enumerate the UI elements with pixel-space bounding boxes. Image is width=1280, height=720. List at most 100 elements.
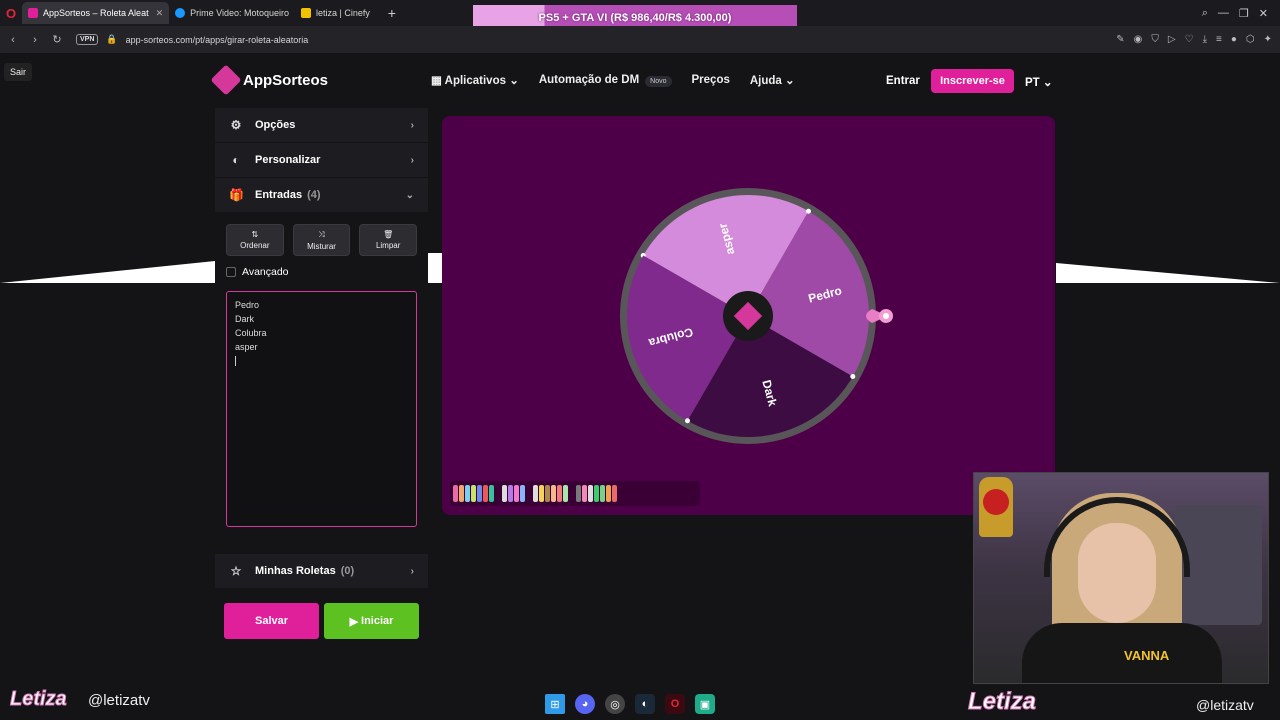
wheel-actions: Salvar ▶ Iniciar — [215, 603, 428, 639]
color-swatch[interactable] — [600, 485, 605, 502]
play-icon[interactable]: ▷ — [1168, 34, 1176, 45]
grid-icon: ▦ — [431, 75, 445, 87]
streamer-name-left: Letiza — [10, 688, 68, 711]
menu-icon[interactable]: ≡ — [1216, 34, 1222, 45]
goal-text: PS5 + GTA VI (R$ 986,40/R$ 4.300,00) — [538, 11, 732, 24]
advanced-toggle[interactable]: Avançado — [226, 266, 417, 278]
color-swatch[interactable] — [508, 485, 513, 502]
color-swatch[interactable] — [477, 485, 482, 502]
color-swatch[interactable] — [612, 485, 617, 502]
color-swatch[interactable] — [563, 485, 568, 502]
wheel-peg — [806, 208, 811, 214]
tab-title: letiza | Cinefy — [316, 8, 370, 18]
obs-icon[interactable]: ◎ — [605, 694, 625, 714]
browser-toolbar: ✎ ◉ ⛉ ▷ ♡ ⤓ ≡ ● ⬡ ✦ — [1116, 26, 1272, 53]
color-swatch[interactable] — [557, 485, 562, 502]
sort-button[interactable]: ⇅ Ordenar — [226, 224, 284, 256]
maximize-icon[interactable]: ❐ — [1239, 7, 1249, 20]
reload-icon[interactable]: ↻ — [46, 33, 68, 46]
screen: O AppSorteos – Roleta Aleat ✕ Prime Vide… — [0, 0, 1280, 720]
camera-icon[interactable]: ◉ — [1134, 34, 1143, 45]
color-swatch[interactable] — [459, 485, 464, 502]
site-logo[interactable]: AppSorteos — [210, 64, 328, 96]
nav-apps[interactable]: ▦ Aplicativos ⌄ — [431, 73, 519, 87]
login-link[interactable]: Entrar — [886, 75, 920, 87]
accordion-label: Personalizar — [255, 154, 321, 166]
accordion-customize[interactable]: ◐ Personalizar › — [215, 143, 428, 178]
vpn-badge[interactable]: VPN — [76, 34, 99, 45]
color-swatch[interactable] — [502, 485, 507, 502]
new-tab-button[interactable]: + — [382, 3, 402, 23]
chevron-right-icon: › — [410, 565, 414, 577]
color-swatch[interactable] — [489, 485, 494, 502]
minimize-icon[interactable]: — — [1218, 7, 1229, 19]
steam-icon[interactable]: ◐ — [635, 694, 655, 714]
language-selector[interactable]: PT ⌄ — [1025, 75, 1053, 89]
color-swatch[interactable] — [606, 485, 611, 502]
color-swatch[interactable] — [539, 485, 544, 502]
close-window-icon[interactable]: ✕ — [1259, 7, 1268, 20]
decorative-stripe — [1056, 263, 1280, 283]
color-swatch[interactable] — [465, 485, 470, 502]
advanced-checkbox[interactable] — [226, 267, 236, 277]
accordion-label: Entradas — [255, 189, 303, 201]
extensions-icon[interactable]: ⬡ — [1246, 34, 1255, 45]
opera-logo-icon[interactable]: O — [0, 0, 22, 26]
accordion-entries[interactable]: 🎁 Entradas (4) ⌄ — [215, 178, 428, 213]
signup-button[interactable]: Inscrever-se — [931, 69, 1014, 93]
button-label: Misturar — [307, 241, 336, 251]
color-swatch[interactable] — [453, 485, 458, 502]
search-icon[interactable]: ⌕ — [1202, 7, 1208, 20]
app-icon[interactable]: ▣ — [695, 694, 715, 714]
color-theme-picker[interactable] — [450, 481, 700, 506]
windows-start-icon[interactable]: ⊞ — [545, 694, 565, 714]
color-swatch[interactable] — [576, 485, 581, 502]
download-icon[interactable]: ⤓ — [1203, 34, 1207, 45]
back-icon[interactable]: ‹ — [2, 34, 24, 46]
accordion-my-wheels[interactable]: ☆ Minhas Roletas (0) › — [215, 554, 428, 589]
start-button[interactable]: ▶ Iniciar — [324, 603, 419, 639]
nav-help[interactable]: Ajuda ⌄ — [750, 73, 795, 87]
shuffle-button[interactable]: ⤨ Misturar — [292, 224, 351, 256]
lock-icon[interactable]: 🔒 — [106, 34, 117, 45]
shield-icon[interactable]: ⛉ — [1151, 34, 1159, 45]
discord-icon[interactable]: ◕ — [575, 694, 595, 714]
forward-icon[interactable]: › — [24, 34, 46, 46]
nav-pricing[interactable]: Preços — [692, 74, 730, 86]
entries-textarea[interactable]: Pedro Dark Colubra asper I — [226, 291, 556, 527]
clear-button[interactable]: 🗑 Limpar — [359, 224, 418, 256]
color-swatch[interactable] — [471, 485, 476, 502]
spin-wheel[interactable]: asperPedroDarkColubra — [442, 116, 1055, 515]
close-tab-icon[interactable]: ✕ — [156, 8, 164, 19]
tab-cinefy[interactable]: letiza | Cinefy — [295, 2, 376, 24]
tab-prime-video[interactable]: Prime Video: Motoqueiro — [169, 2, 295, 24]
color-swatch[interactable] — [551, 485, 556, 502]
entry-line: Dark — [235, 314, 255, 324]
color-swatch[interactable] — [588, 485, 593, 502]
shuffle-icon: ⤨ — [318, 229, 325, 239]
page-content: Sair AppSorteos ▦ Aplicativos ⌄ Automaçã… — [0, 53, 1280, 720]
accordion-options[interactable]: ⚙ Opções › — [215, 108, 428, 143]
edit-icon[interactable]: ✎ — [1116, 34, 1124, 45]
url-field[interactable]: app-sorteos.com/pt/apps/girar-roleta-ale… — [126, 35, 309, 45]
opera-icon[interactable]: O — [665, 694, 685, 714]
color-swatch[interactable] — [594, 485, 599, 502]
color-swatch[interactable] — [533, 485, 538, 502]
color-swatch[interactable] — [545, 485, 550, 502]
entry-line: Pedro — [235, 300, 260, 310]
ai-icon[interactable]: ✦ — [1264, 34, 1272, 45]
chevron-right-icon: › — [410, 119, 414, 131]
color-swatch[interactable] — [520, 485, 525, 502]
wheel-pointer-dot — [883, 313, 889, 319]
nav-dm-automation[interactable]: Automação de DM Novo — [539, 74, 672, 87]
color-swatch[interactable] — [582, 485, 587, 502]
gear-icon: ⚙ — [230, 118, 242, 132]
palette-icon: ◐ — [232, 153, 240, 167]
save-button[interactable]: Salvar — [224, 603, 319, 639]
heart-icon[interactable]: ♡ — [1185, 34, 1194, 45]
decorative-stripe — [428, 253, 442, 283]
tab-appsorteos[interactable]: AppSorteos – Roleta Aleat ✕ — [22, 2, 170, 24]
color-swatch[interactable] — [514, 485, 519, 502]
avatar-icon[interactable]: ● — [1231, 34, 1237, 45]
color-swatch[interactable] — [483, 485, 488, 502]
